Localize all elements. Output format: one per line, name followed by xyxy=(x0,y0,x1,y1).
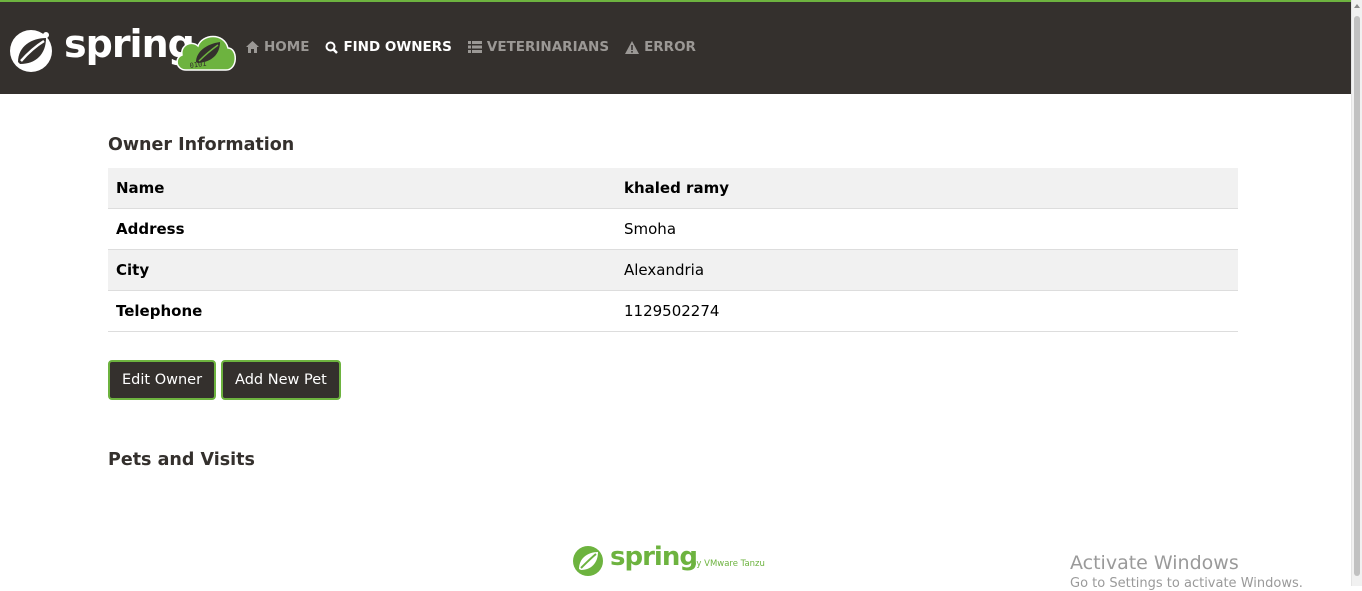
spring-leaf-icon xyxy=(573,546,603,576)
footer-wordmark: spring xyxy=(610,542,698,572)
owner-name-value: khaled ramy xyxy=(616,168,1238,209)
nav-veterinarians[interactable]: Veterinarians xyxy=(467,39,610,55)
owner-address-value: Smoha xyxy=(616,208,1238,250)
owner-actions: Edit Owner Add New Pet xyxy=(108,360,341,400)
add-new-pet-button[interactable]: Add New Pet xyxy=(221,360,341,400)
nav-find-owners-label: Find owners xyxy=(343,39,452,55)
nav-home-label: Home xyxy=(264,39,310,55)
search-icon xyxy=(325,41,339,54)
nav-veterinarians-label: Veterinarians xyxy=(486,39,610,55)
vertical-scrollbar[interactable] xyxy=(1351,0,1362,586)
table-row: Name khaled ramy xyxy=(108,168,1238,209)
scrollbar-thumb[interactable] xyxy=(1354,16,1360,576)
footer-spring-logo: spring by VMware Tanzu xyxy=(572,542,782,579)
windows-activation-watermark: Activate Windows Go to Settings to activ… xyxy=(1070,552,1350,591)
footer-by-vmware: by VMware Tanzu xyxy=(691,559,765,569)
table-row: City Alexandria xyxy=(108,249,1238,291)
owner-information-heading: Owner Information xyxy=(108,135,295,155)
list-icon xyxy=(467,41,482,53)
owner-information-table: Name khaled ramy Address Smoha City Alex… xyxy=(108,168,1238,332)
watermark-title: Activate Windows xyxy=(1070,552,1239,574)
nav-find-owners[interactable]: Find owners xyxy=(325,39,452,55)
main-nav: Home Find owners Veterinarians Error xyxy=(246,39,696,55)
owner-name-label: Name xyxy=(108,168,616,209)
owner-city-label: City xyxy=(108,249,616,291)
spring-logo[interactable]: spring 0101 xyxy=(8,22,238,74)
owner-telephone-label: Telephone xyxy=(108,290,616,332)
watermark-subtitle: Go to Settings to activate Windows. xyxy=(1070,576,1303,591)
owner-address-label: Address xyxy=(108,208,616,250)
nav-error-label: Error xyxy=(644,39,696,55)
cloud-badge-icon: 0101 xyxy=(176,35,236,71)
table-row: Telephone 1129502274 xyxy=(108,290,1238,332)
home-icon xyxy=(246,41,259,53)
nav-home[interactable]: Home xyxy=(246,39,309,55)
nav-error[interactable]: Error xyxy=(625,39,696,55)
warning-icon xyxy=(625,40,640,54)
owner-city-value: Alexandria xyxy=(616,249,1238,291)
scroll-up-arrow-icon[interactable] xyxy=(1354,4,1360,8)
owner-telephone-value: 1129502274 xyxy=(616,290,1238,332)
spring-leaf-icon xyxy=(10,30,52,72)
pets-and-visits-heading: Pets and Visits xyxy=(108,450,255,470)
navbar: spring 0101 Home Find owners xyxy=(0,2,1352,94)
edit-owner-button[interactable]: Edit Owner xyxy=(108,360,217,400)
table-row: Address Smoha xyxy=(108,208,1238,250)
